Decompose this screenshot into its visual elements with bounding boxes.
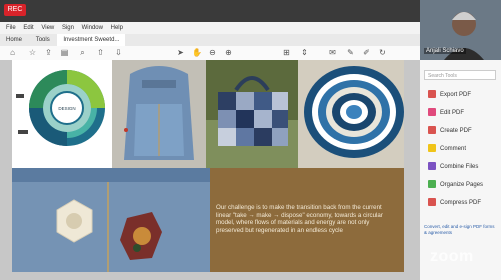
tool-label: Comment (440, 146, 467, 152)
export-pdf-icon (428, 90, 436, 99)
menu-window[interactable]: Window (82, 22, 103, 34)
star-icon[interactable]: ☆ (28, 48, 37, 57)
tab-document[interactable]: Investment Sweetd... (57, 34, 126, 46)
tool-label: Compress PDF (440, 200, 482, 206)
create-pdf-icon (428, 126, 436, 135)
zoom-in-icon[interactable]: ⊕ (224, 48, 233, 57)
zoom-watermark: zoom (430, 248, 474, 265)
tools-panel-footer[interactable]: Convert, edit and e-sign PDF forms & agr… (424, 224, 498, 236)
cursor-icon[interactable]: ➤ (176, 48, 185, 57)
print-icon[interactable]: ▤ (60, 48, 69, 57)
organize-pages-icon (428, 180, 436, 189)
upload-icon[interactable]: ⇪ (44, 48, 53, 57)
participant-name: Anjali Schiavo (424, 48, 466, 54)
combine-files-icon (428, 162, 436, 171)
tool-organize-pages[interactable]: Organize Pages (428, 180, 498, 190)
patchwork-bag-image (206, 60, 298, 168)
home-icon[interactable]: ⌂ (8, 48, 17, 57)
braided-rug-image (298, 60, 404, 168)
menu-sign[interactable]: Sign (62, 22, 74, 34)
comment-icon[interactable]: ✉ (328, 48, 337, 57)
tool-compress-pdf[interactable]: Compress PDF (428, 198, 498, 208)
design-wheel-image: DESIGN (12, 60, 112, 168)
menu-bar: File Edit View Sign Window Help (0, 22, 420, 34)
tool-label: Organize Pages (440, 182, 484, 188)
up-icon[interactable]: ⇧ (96, 48, 105, 57)
tool-create-pdf[interactable]: Create PDF (428, 126, 498, 136)
menu-edit[interactable]: Edit (23, 22, 33, 34)
tab-home[interactable]: Home (0, 34, 28, 46)
jeans-doily-image (12, 168, 210, 272)
menu-view[interactable]: View (41, 22, 54, 34)
menu-help[interactable]: Help (111, 22, 123, 34)
fit-page-icon[interactable]: ⊞ (282, 48, 291, 57)
down-icon[interactable]: ⇩ (114, 48, 123, 57)
tools-search-input[interactable]: Search Tools (424, 70, 496, 80)
tool-label: Combine Files (440, 164, 479, 170)
hand-icon[interactable]: ✋ (192, 48, 202, 57)
tool-label: Create PDF (440, 128, 472, 134)
denim-backpack-image (112, 60, 206, 168)
edit-pdf-icon (428, 108, 436, 117)
menu-file[interactable]: File (6, 22, 16, 34)
toolbar: ⌂ ☆ ⇪ ▤ ⌕ ⇧ ⇩ ➤ ✋ ⊖ ⊕ ⊞ ⇕ ✉ ✎ ✐ ↻ (0, 46, 420, 61)
tool-combine-files[interactable]: Combine Files (428, 162, 498, 172)
rotate-icon[interactable]: ↻ (378, 48, 387, 57)
tool-export-pdf[interactable]: Export PDF (428, 90, 498, 100)
circular-economy-quote: Our challenge is to make the transition … (216, 204, 383, 234)
tool-edit-pdf[interactable]: Edit PDF (428, 108, 498, 118)
comment-tool-icon (428, 144, 436, 153)
tab-tools[interactable]: Tools (30, 34, 56, 46)
pen-icon[interactable]: ✎ (346, 48, 355, 57)
recording-indicator: REC (4, 4, 26, 16)
search-icon[interactable]: ⌕ (78, 48, 87, 57)
zoom-out-icon[interactable]: ⊖ (208, 48, 217, 57)
highlight-icon[interactable]: ✐ (362, 48, 371, 57)
wheel-center-label: DESIGN (58, 106, 75, 111)
recording-label: REC (7, 6, 23, 13)
scroll-mode-icon[interactable]: ⇕ (300, 48, 309, 57)
compress-pdf-icon (428, 198, 436, 207)
tool-comment[interactable]: Comment (428, 144, 498, 154)
tool-label: Export PDF (440, 92, 472, 98)
tool-label: Edit PDF (440, 110, 465, 116)
